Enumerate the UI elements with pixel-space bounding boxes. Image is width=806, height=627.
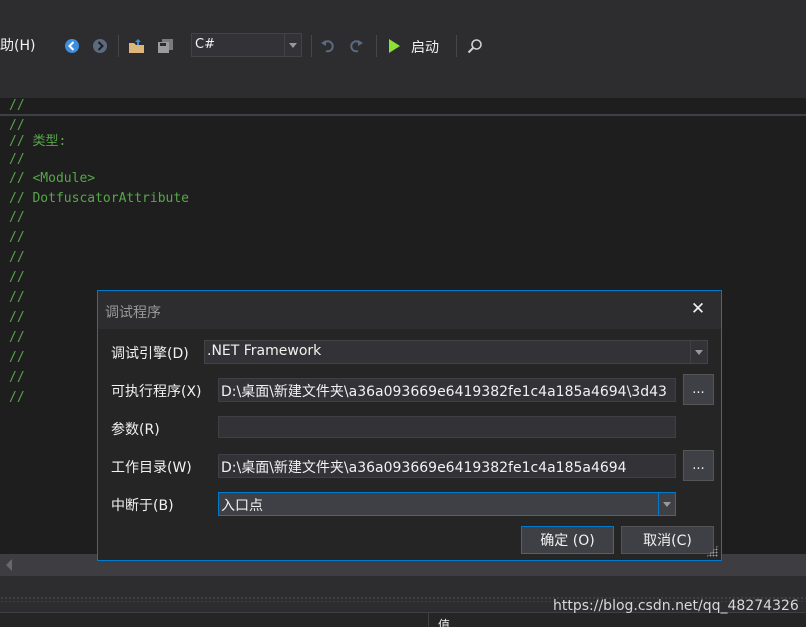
code-line: // (9, 290, 25, 305)
editor-first-line-bar (0, 98, 806, 116)
panel-header-row (0, 612, 806, 627)
redo-icon[interactable] (346, 36, 366, 56)
watermark: https://blog.csdn.net/qq_48274326 (553, 598, 799, 614)
toolbar-separator (456, 35, 457, 57)
exe-path-value: D:\桌面\新建文件夹\a36a093669e6419382fe1c4a185a… (221, 384, 667, 400)
find-icon[interactable] (465, 36, 485, 56)
code-line: // (9, 350, 25, 365)
args-input[interactable] (218, 416, 676, 438)
dialog-title: 调试程序 (105, 305, 161, 321)
exe-label: 可执行程序(X) (111, 384, 202, 400)
code-line: // (9, 210, 25, 225)
navigate-back-icon[interactable] (62, 36, 82, 56)
menu-help[interactable]: 助(H) (0, 35, 35, 55)
toolbar-separator (311, 35, 312, 57)
toolbar-separator (118, 35, 119, 57)
engine-label: 调试引擎(D) (111, 346, 189, 362)
chevron-down-icon[interactable] (658, 493, 675, 515)
code-line: // (9, 250, 25, 265)
navigate-forward-icon[interactable] (90, 36, 110, 56)
code-line: // (9, 390, 25, 405)
code-line: // <Module> (9, 171, 96, 186)
workdir-value: D:\桌面\新建文件夹\a36a093669e6419382fe1c4a185a… (221, 460, 627, 476)
cancel-button[interactable]: 取消(C) (621, 526, 714, 554)
browse-workdir-button[interactable]: ... (683, 450, 714, 481)
scroll-left-icon[interactable] (6, 559, 12, 571)
undo-icon[interactable] (318, 36, 338, 56)
engine-select[interactable]: .NET Framework (204, 340, 708, 364)
start-button-label[interactable]: 启动 (411, 37, 439, 57)
args-label: 参数(R) (111, 422, 160, 438)
browse-exe-button[interactable]: ... (683, 374, 714, 405)
break-label: 中断于(B) (111, 498, 174, 514)
code-line: // (9, 370, 25, 385)
save-all-icon[interactable] (156, 36, 176, 56)
code-line: // (9, 230, 25, 245)
code-line: // (9, 310, 25, 325)
language-select-value: C# (195, 37, 215, 52)
ok-button[interactable]: 确定 (O) (521, 526, 614, 554)
dialog-body: 调试引擎(D) .NET Framework 可执行程序(X) D:\桌面\新建… (98, 329, 721, 560)
exe-path-input[interactable]: D:\桌面\新建文件夹\a36a093669e6419382fe1c4a185a… (218, 378, 676, 402)
toolbar: 助(H) C# 启动 (0, 0, 806, 98)
language-select[interactable]: C# (191, 33, 302, 57)
start-play-icon[interactable] (384, 36, 404, 56)
code-line: // (9, 152, 25, 167)
open-file-icon[interactable] (127, 36, 147, 56)
code-line: // DotfuscatorAttribute (9, 191, 190, 206)
value-column-header[interactable]: 值 (438, 616, 450, 627)
chevron-down-icon[interactable] (690, 341, 707, 363)
column-divider[interactable] (428, 612, 429, 627)
debug-program-dialog: 调试程序 ✕ 调试引擎(D) .NET Framework 可执行程序(X) D… (97, 290, 722, 561)
chevron-down-icon[interactable] (284, 34, 301, 56)
break-at-select[interactable]: 入口点 (218, 492, 676, 516)
code-line: // (9, 98, 25, 113)
toolbar-separator (376, 35, 377, 57)
close-icon[interactable]: ✕ (687, 298, 709, 320)
code-line: // (9, 270, 25, 285)
break-at-value: 入口点 (221, 498, 263, 514)
workdir-input[interactable]: D:\桌面\新建文件夹\a36a093669e6419382fe1c4a185a… (218, 454, 676, 478)
workdir-label: 工作目录(W) (111, 460, 192, 476)
code-line: // (9, 330, 25, 345)
engine-select-value: .NET Framework (207, 343, 322, 359)
code-line: // 类型: (9, 134, 67, 149)
